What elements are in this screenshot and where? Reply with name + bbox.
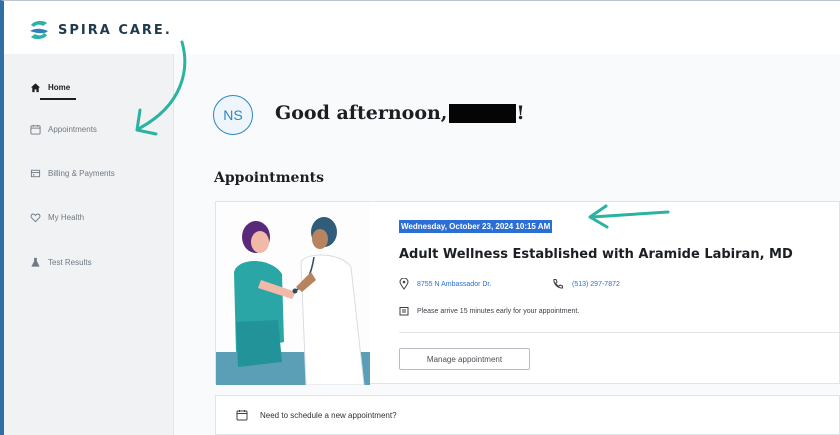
- sidebar-item-appointments[interactable]: Appointments: [30, 124, 97, 135]
- avatar[interactable]: NS: [213, 95, 253, 135]
- sidebar-item-label: Billing & Payments: [48, 169, 115, 178]
- sidebar-item-test-results[interactable]: Test Results: [30, 257, 92, 268]
- phone-icon: [553, 279, 563, 289]
- top-header: SPIRA CARE.: [4, 1, 840, 55]
- sidebar-item-home[interactable]: Home: [30, 82, 70, 93]
- divider: [399, 332, 840, 333]
- section-title: Appointments: [214, 170, 324, 186]
- doctor-patient-illustration: [216, 202, 370, 385]
- appointment-datetime[interactable]: Wednesday, October 23, 2024 10:15 AM: [399, 220, 553, 233]
- clipboard-icon: [399, 307, 409, 316]
- arrival-note-text: Please arrive 15 minutes early for your …: [417, 307, 580, 315]
- sidebar-item-label: My Health: [48, 213, 85, 222]
- greeting-text: Good afternoon,: [275, 102, 448, 124]
- flask-icon: [31, 257, 40, 267]
- avatar-initials: NS: [223, 107, 243, 123]
- appointment-card: Wednesday, October 23, 2024 10:15 AM Adu…: [215, 201, 840, 385]
- arrival-note: Please arrive 15 minutes early for your …: [399, 306, 579, 316]
- sidebar-item-label: Home: [48, 83, 71, 92]
- sidebar-item-label: Test Results: [48, 258, 92, 267]
- sidebar-nav: Home Appointments Billing & Payments My …: [4, 54, 174, 435]
- spira-logo-icon: [30, 20, 48, 40]
- billing-icon: [30, 169, 41, 178]
- sidebar-item-label: Appointments: [48, 125, 97, 134]
- main-content: NS Good afternoon, ! Appointments Wednes…: [174, 54, 840, 435]
- calendar-icon: [30, 124, 41, 135]
- appointment-title: Adult Wellness Established with Aramide …: [399, 247, 793, 262]
- sidebar-item-my-health[interactable]: My Health: [30, 212, 84, 223]
- heart-icon: [30, 213, 41, 223]
- phone-link[interactable]: (513) 297-7872: [572, 281, 620, 288]
- brand-logo[interactable]: SPIRA CARE.: [26, 17, 172, 43]
- page-title: Good afternoon, !: [275, 102, 525, 124]
- active-indicator: [40, 98, 76, 100]
- calendar-icon: [236, 410, 248, 421]
- appointment-location[interactable]: 8755 N Ambassador Dr.: [399, 278, 491, 290]
- schedule-prompt: Need to schedule a new appointment?: [260, 410, 397, 420]
- home-icon: [30, 83, 41, 93]
- location-link[interactable]: 8755 N Ambassador Dr.: [417, 281, 491, 288]
- brand-name: SPIRA CARE.: [58, 22, 172, 38]
- greeting-suffix: !: [516, 102, 525, 124]
- schedule-new-appointment[interactable]: Need to schedule a new appointment?: [215, 395, 840, 435]
- redacted-name: [449, 103, 517, 123]
- manage-appointment-button[interactable]: Manage appointment: [399, 348, 530, 370]
- appointment-phone[interactable]: (513) 297-7872: [552, 278, 620, 290]
- location-pin-icon: [399, 278, 409, 290]
- sidebar-item-billing[interactable]: Billing & Payments: [30, 168, 115, 179]
